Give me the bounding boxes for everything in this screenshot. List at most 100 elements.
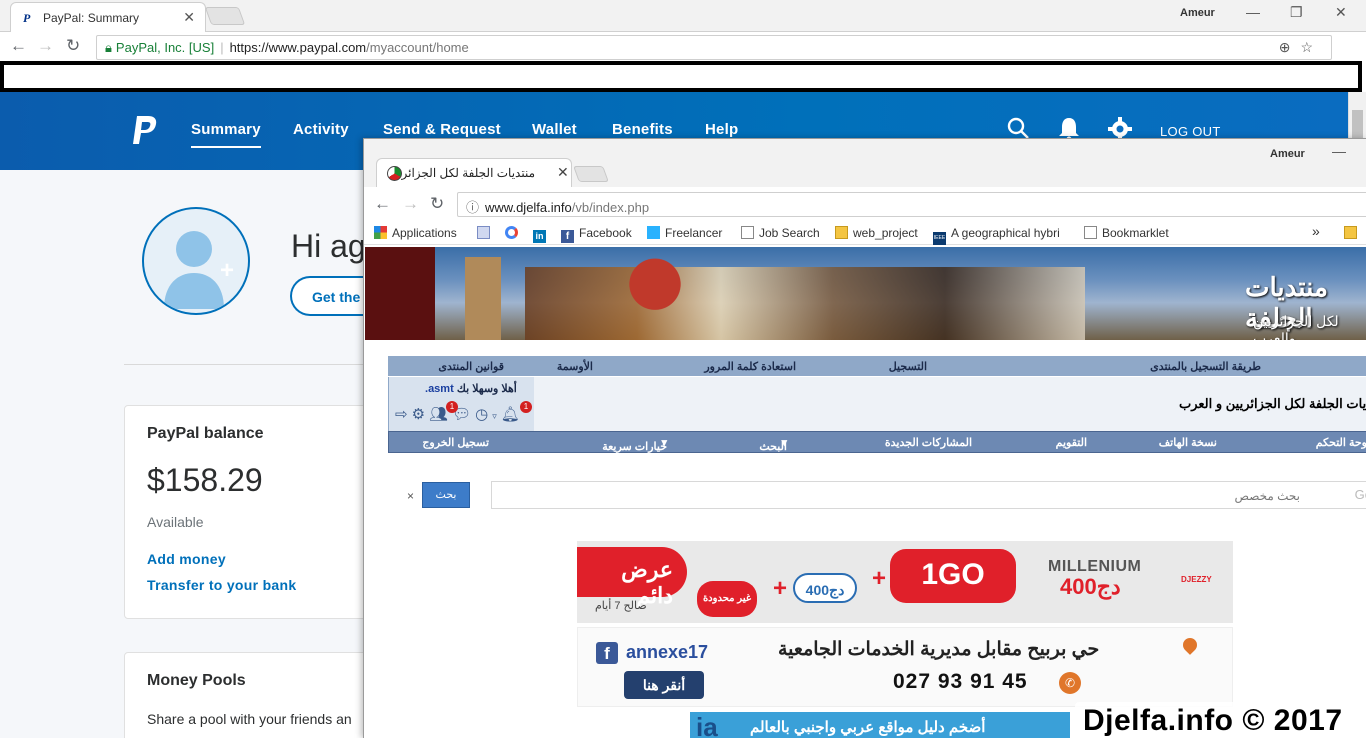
- directory-ad-banner[interactable]: ia أضخم دليل مواقع عربي واجنبي بالعالم: [690, 712, 1070, 738]
- new-tab-button[interactable]: [573, 166, 609, 182]
- nav-send-request[interactable]: Send & Request: [383, 121, 501, 138]
- link-how-to-register[interactable]: طريقة التسجيل بالمنتدى: [1150, 360, 1261, 373]
- restore-icon[interactable]: ❐: [1290, 4, 1303, 21]
- nav-search[interactable]: البحث ▾: [759, 436, 787, 453]
- back-arrow-icon[interactable]: ←: [10, 36, 27, 56]
- url-host: https://www.paypal.com: [229, 40, 367, 55]
- bookmark-bookmarklet[interactable]: Bookmarklet: [1084, 226, 1169, 240]
- address-bar[interactable]: ⓘ www.djelfa.info/vb/index.php: [457, 192, 1366, 217]
- username-link[interactable]: asmt.: [425, 383, 454, 395]
- annexe17-ad-banner[interactable]: f annexe17 أنقر هنا حي بربيح مقابل مديري…: [577, 627, 1233, 707]
- browser-user-name[interactable]: Ameur: [1270, 148, 1305, 160]
- ad-click-here-button[interactable]: أنقر هنا: [624, 671, 704, 699]
- custom-search-input[interactable]: بحث مخصص Go: [491, 481, 1366, 509]
- freelancer-icon: [647, 226, 660, 239]
- minimize-icon[interactable]: —: [1246, 4, 1260, 20]
- bookmark-linkedin[interactable]: in: [533, 226, 551, 243]
- add-money-link[interactable]: Add money: [147, 551, 226, 567]
- facebook-icon: f: [561, 230, 574, 243]
- omnibox-actions: ⊕☆: [1279, 39, 1323, 56]
- ad-address: حي بربيح مقابل مديرية الخدمات الجامعية: [778, 639, 1100, 660]
- transfer-to-bank-link[interactable]: Transfer to your bank: [147, 577, 296, 593]
- nav-summary[interactable]: Summary: [191, 121, 261, 148]
- forum-banner[interactable]: منتديات الجلفة لكل الجزائريين والعرب: [365, 247, 1366, 340]
- history-icon[interactable]: ◷: [475, 406, 492, 423]
- nav-quick-options[interactable]: خيارات سريعة ▾: [602, 436, 667, 453]
- nav-calendar[interactable]: التقويم: [1056, 436, 1087, 449]
- settings-icon[interactable]: ⚙: [412, 406, 429, 423]
- bookmark-star-icon[interactable]: ☆: [1300, 39, 1323, 55]
- link-medals[interactable]: الأوسمة: [557, 360, 593, 373]
- bookmark-web-project[interactable]: web_project: [835, 226, 918, 240]
- forward-arrow-icon[interactable]: →: [37, 36, 54, 56]
- cert-org: PayPal, Inc. [US]: [115, 40, 215, 55]
- back-arrow-icon[interactable]: ←: [374, 194, 391, 214]
- address-bar[interactable]: 🔒︎ PayPal, Inc. [US] | https://www.paypal.c…: [96, 35, 1332, 60]
- gmail-icon: [477, 226, 490, 239]
- close-tab-icon[interactable]: ✕: [557, 164, 569, 181]
- paypal-logo-icon[interactable]: [131, 114, 159, 146]
- link-recover-password[interactable]: استعادة كلمة المرور: [704, 360, 796, 373]
- nav-control-panel[interactable]: وحة التحكم: [1316, 436, 1366, 449]
- logout-link[interactable]: LOG OUT: [1160, 124, 1221, 139]
- search-button[interactable]: بحث: [422, 482, 470, 508]
- ad-internet: 1GO: [890, 549, 1016, 603]
- url-path: /vb/index.php: [571, 200, 650, 215]
- nav-wallet[interactable]: Wallet: [532, 121, 577, 138]
- page-icon: [741, 226, 754, 239]
- site-info-icon[interactable]: ⓘ: [466, 200, 479, 215]
- zoom-icon[interactable]: ⊕: [1279, 39, 1301, 55]
- djezzy-ad-banner[interactable]: عرض دائم صالح 7 أيام غير محدودة + 400دج …: [577, 541, 1233, 623]
- notifications-badge: 1: [520, 401, 532, 413]
- bookmark-google[interactable]: [505, 226, 523, 240]
- close-window-icon[interactable]: ✕: [1335, 4, 1347, 21]
- bookmarks-overflow-icon[interactable]: »: [1312, 223, 1320, 239]
- other-bookmarks-folder[interactable]: [1344, 226, 1362, 240]
- link-forum-rules[interactable]: قوانين المنتدى: [438, 360, 504, 373]
- nav-help[interactable]: Help: [705, 121, 738, 138]
- banner-ornament: [625, 247, 685, 340]
- section-divider: [124, 364, 364, 365]
- ad-credit: 400دج: [793, 573, 857, 603]
- bookmark-facebook[interactable]: f Facebook: [561, 226, 632, 243]
- forum-header: قوانين المنتدى الأوسمة استعادة كلمة المر…: [388, 353, 1366, 453]
- add-photo-icon[interactable]: +: [220, 257, 234, 285]
- bookmark-geographical[interactable]: IEEE A geographical hybri: [933, 226, 1060, 245]
- front-browser-window: منتديات الجلفة لكل الجزائر ✕ Ameur — ← →…: [363, 138, 1366, 738]
- dropdown-icon[interactable]: ▿: [492, 411, 501, 421]
- bookmarks-bar-redacted: [0, 61, 1362, 92]
- forward-arrow-icon[interactable]: →: [402, 194, 419, 214]
- money-pools-card: Money Pools Share a pool with your frien…: [124, 652, 369, 738]
- nav-activity[interactable]: Activity: [293, 121, 349, 138]
- google-search-logo: Go: [1354, 487, 1366, 502]
- nav-mobile-version[interactable]: نسخة الهاتف: [1159, 436, 1217, 449]
- paypal-favicon-icon: P: [23, 11, 31, 25]
- reload-icon[interactable]: ↻: [430, 194, 444, 214]
- close-tab-icon[interactable]: ✕: [183, 9, 195, 26]
- ad3-logo: ia: [696, 712, 718, 738]
- search-icon[interactable]: [1006, 116, 1030, 140]
- front-browser-toolbar: ← → ↻ ⓘ www.djelfa.info/vb/index.php: [364, 187, 1366, 221]
- logout-icon[interactable]: ⇨: [395, 406, 412, 423]
- new-tab-button[interactable]: [204, 7, 246, 25]
- tab-paypal-summary[interactable]: P PayPal: Summary ✕: [10, 2, 206, 32]
- search-clear-icon[interactable]: ×: [407, 489, 414, 503]
- bookmark-gmail[interactable]: [477, 226, 495, 240]
- nav-logout[interactable]: تسجيل الخروج: [422, 436, 489, 449]
- minimize-icon[interactable]: —: [1332, 143, 1346, 159]
- nav-benefits[interactable]: Benefits: [612, 121, 673, 138]
- phone-icon: ✆: [1059, 672, 1081, 694]
- profile-avatar[interactable]: +: [142, 207, 250, 315]
- browser-user-name[interactable]: Ameur: [1180, 7, 1215, 19]
- apps-icon: [374, 226, 387, 239]
- ad3-text: أضخم دليل مواقع عربي واجنبي بالعالم: [750, 719, 986, 736]
- pools-card-title: Money Pools: [147, 672, 246, 689]
- tab-djelfa-forum[interactable]: منتديات الجلفة لكل الجزائر ✕: [376, 158, 572, 187]
- bookmark-applications[interactable]: Applications: [374, 226, 457, 240]
- nav-new-posts[interactable]: المشاركات الجديدة: [885, 436, 972, 449]
- user-toolbar: ⇨⚙👥︎💬︎◷▿🔔︎: [395, 405, 524, 423]
- reload-icon[interactable]: ↻: [66, 36, 80, 56]
- bookmark-freelancer[interactable]: Freelancer: [647, 226, 722, 240]
- bookmark-job-search[interactable]: Job Search: [741, 226, 820, 240]
- link-register[interactable]: التسجيل: [889, 360, 927, 373]
